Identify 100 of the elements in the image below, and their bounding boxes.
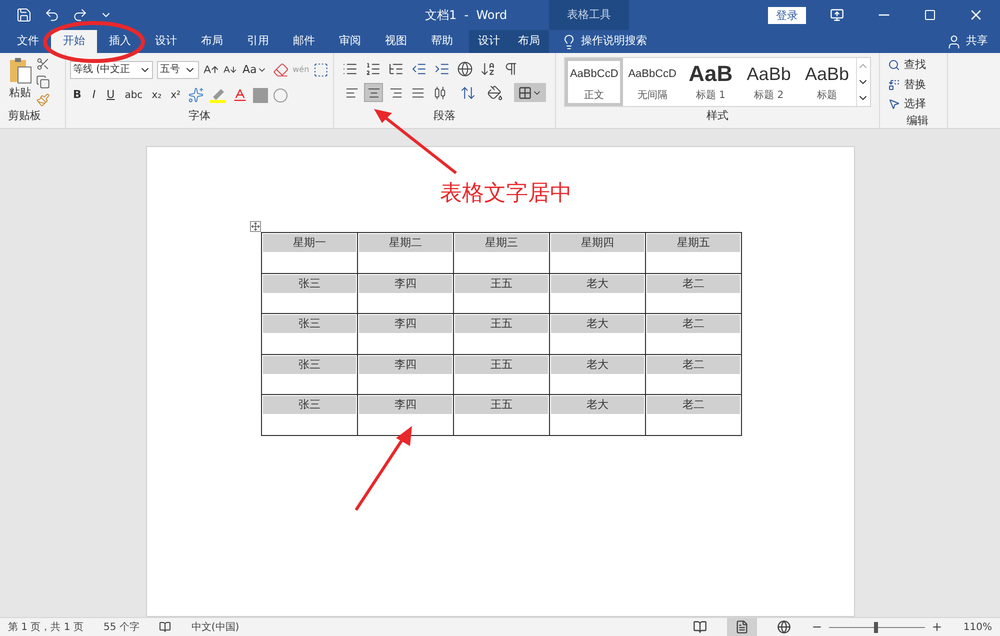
editing-icon[interactable] [888, 98, 900, 110]
read-mode-icon[interactable] [693, 620, 708, 634]
ribbon-tab[interactable]: 布局 [189, 30, 235, 53]
style-gallery-item[interactable]: AaBb 标题 2 [740, 58, 798, 106]
table-cell: 李四 [358, 314, 454, 334]
print-layout-button[interactable] [727, 618, 758, 636]
editing-icon[interactable] [888, 78, 900, 91]
page-count[interactable]: 第 1 页，共 1 页 [8, 620, 84, 634]
ribbon-display-icon[interactable] [830, 8, 844, 22]
character-border-icon[interactable] [313, 62, 330, 78]
ribbon-tab[interactable]: 文件 [5, 30, 51, 53]
window-title: 文档1 - Word [425, 7, 508, 24]
editing-icon[interactable] [888, 59, 900, 72]
table-cell: 星期三 [454, 232, 550, 253]
borders-button[interactable] [514, 83, 546, 102]
table-cell: 王五 [454, 314, 550, 334]
show-marks-icon[interactable] [503, 61, 519, 77]
table-cell: 老二 [646, 273, 742, 294]
proofing-icon[interactable] [159, 621, 172, 633]
table-cell: 星期二 [358, 232, 454, 253]
table-cell: 老二 [646, 394, 742, 415]
word-count[interactable]: 55 个字 [103, 620, 140, 634]
ribbon-tab[interactable]: 插入 [97, 30, 143, 53]
font-color-icon[interactable] [232, 87, 248, 104]
table-cell: 星期一 [262, 232, 358, 253]
group-label: 段落 [432, 108, 456, 124]
ribbon-tab[interactable]: 审阅 [327, 30, 373, 53]
table-cell: 王五 [454, 273, 550, 294]
font-name-field[interactable]: 等线 (中文正 [70, 61, 154, 79]
ribbon-tab[interactable]: 帮助 [419, 30, 465, 53]
cut-icon[interactable] [36, 57, 50, 71]
page-icon[interactable] [735, 620, 750, 634]
font-size-field[interactable]: 五号 [157, 61, 199, 79]
editing-button[interactable]: 选择 [888, 96, 947, 112]
borders-icon[interactable] [518, 86, 532, 100]
ribbon-tab[interactable]: 设计 [469, 30, 509, 53]
maximize-icon[interactable] [924, 9, 936, 21]
zoom-slider-thumb[interactable] [874, 622, 878, 632]
multilevel-list-icon[interactable] [388, 61, 404, 77]
numbering-icon[interactable] [365, 61, 381, 77]
eraser-icon[interactable] [272, 62, 289, 78]
increase-indent-icon[interactable] [434, 61, 450, 77]
share-button[interactable]: 共享 [966, 33, 988, 50]
format-button[interactable]: I [89, 87, 99, 104]
format-button[interactable]: abc [122, 88, 145, 103]
line-spacing-icon[interactable] [460, 84, 476, 100]
character-shading-icon[interactable] [252, 88, 268, 103]
editing-button[interactable]: 查找 [888, 57, 947, 74]
annotation-text: 表格文字居中 [440, 180, 572, 208]
style-gallery-item[interactable]: AaBb 标题 [798, 58, 856, 106]
login-button[interactable]: 登录 [768, 6, 806, 24]
asian-layout-icon[interactable] [457, 61, 473, 77]
editing-button[interactable]: 替换 [888, 76, 947, 93]
table-cell: 张三 [262, 394, 358, 415]
shading-icon[interactable] [487, 84, 503, 100]
format-button[interactable]: x₂ [150, 88, 164, 103]
change-case-button[interactable]: Aa [240, 62, 269, 78]
table-cell: 老大 [550, 394, 646, 415]
table-cell: 老大 [550, 314, 646, 334]
zoom-in-icon[interactable] [931, 621, 944, 633]
table-cell: 老二 [646, 354, 742, 374]
style-gallery-item[interactable]: AaB 标题 1 [681, 58, 740, 106]
enclosed-character-icon[interactable] [272, 88, 288, 103]
format-button[interactable]: B [70, 87, 84, 104]
decrease-indent-icon[interactable] [411, 61, 427, 77]
table-cell: 李四 [358, 273, 454, 294]
ribbon-tab[interactable]: 视图 [373, 30, 419, 53]
redo-icon[interactable] [72, 7, 88, 23]
group-label: 剪贴板 [7, 108, 42, 124]
sort-icon[interactable] [480, 61, 496, 77]
zoom-level[interactable]: 110% [963, 620, 992, 634]
table-cell: 王五 [454, 354, 550, 374]
style-gallery-item[interactable]: AaBbCcD 无间隔 [623, 58, 682, 106]
ribbon-tab[interactable]: 设计 [143, 30, 189, 53]
paste-label[interactable]: 粘贴 [9, 85, 31, 102]
tell-me-search[interactable]: 操作说明搜索 [581, 33, 647, 50]
table-move-handle[interactable] [250, 221, 260, 232]
table-cell: 老大 [550, 354, 646, 374]
format-button[interactable]: x² [168, 88, 183, 103]
paste-icon[interactable] [8, 57, 32, 85]
group-label: 字体 [188, 108, 212, 124]
group-label: 样式 [706, 108, 730, 124]
copy-icon[interactable] [36, 75, 50, 89]
zoom-slider[interactable] [827, 622, 928, 632]
ribbon-tab[interactable]: 引用 [235, 30, 281, 53]
table-cell: 老大 [550, 273, 646, 294]
web-layout-icon[interactable] [777, 620, 792, 634]
ribbon-tab[interactable]: 布局 [509, 30, 549, 53]
table-cell: 王五 [454, 394, 550, 415]
language-indicator[interactable]: 中文(中国) [191, 620, 240, 634]
ribbon-tab[interactable]: 邮件 [281, 30, 327, 53]
text-effects-icon[interactable] [188, 87, 204, 104]
ribbon-tab[interactable]: 开始 [51, 30, 97, 53]
highlight-icon[interactable] [208, 87, 227, 104]
table-cell: 李四 [358, 394, 454, 415]
undo-icon[interactable] [44, 7, 60, 23]
save-icon[interactable] [16, 7, 32, 23]
style-gallery-item[interactable]: AaBbCcD 正文 [565, 58, 624, 106]
format-button[interactable]: U [104, 87, 118, 104]
table-cell: 星期五 [646, 232, 742, 253]
